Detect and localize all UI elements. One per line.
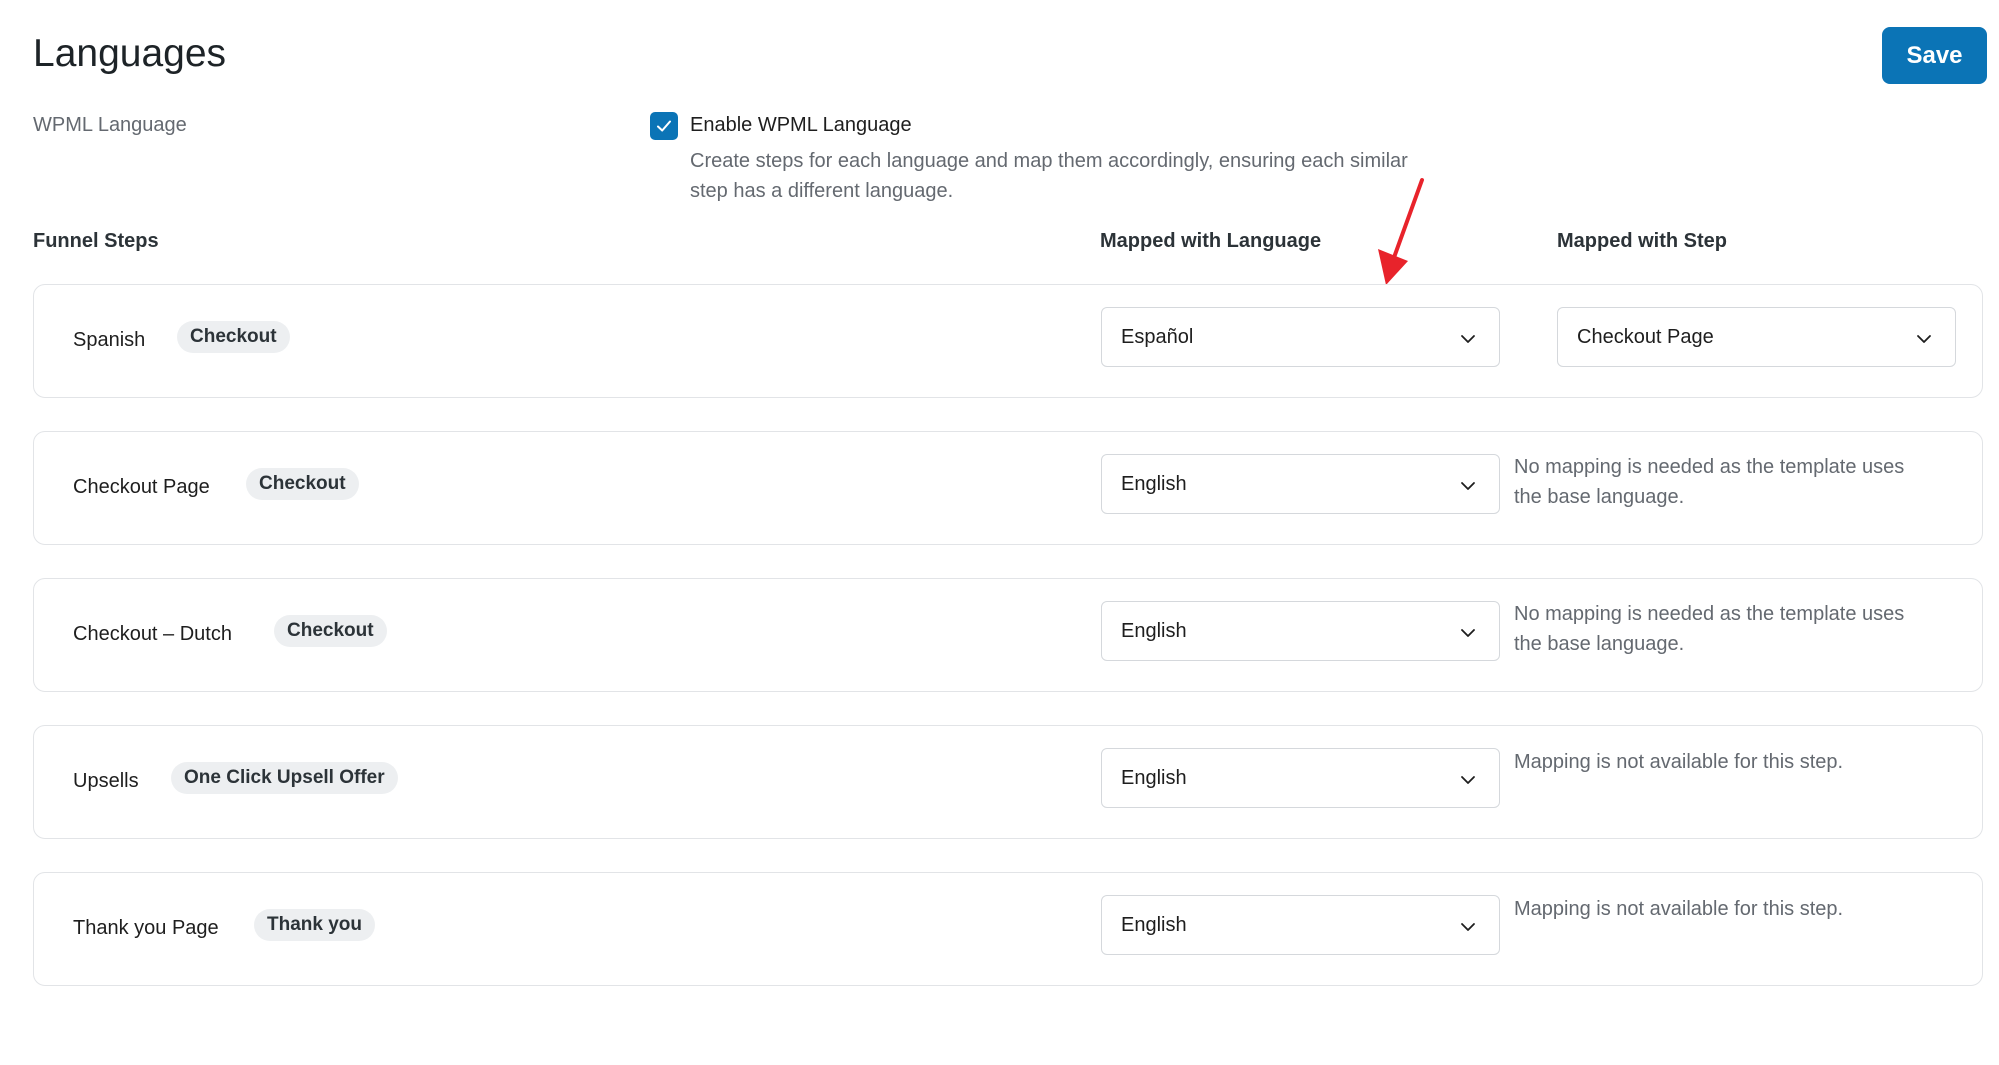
mapping-note: No mapping is needed as the template use… [1514,456,1905,508]
save-button[interactable]: Save [1882,27,1987,84]
table-row: Thank you Page Thank you English [33,872,1983,986]
step-name: Thank you Page [73,917,219,939]
step-type-badge: Checkout [246,468,359,500]
step-select[interactable]: Checkout Page [1557,307,1956,367]
language-select-value: English [1121,914,1187,936]
language-select[interactable]: English [1101,454,1500,514]
step-type-badge: One Click Upsell Offer [171,762,398,794]
language-select[interactable]: English [1101,748,1500,808]
enable-wpml-checkbox[interactable] [650,112,678,140]
chevron-down-icon [1461,482,1475,490]
language-select[interactable]: English [1101,895,1500,955]
enable-wpml-label[interactable]: Enable WPML Language [690,114,912,137]
page-title: Languages [33,32,227,75]
table-row: Spanish Checkout Español Checkout Page [33,284,1983,398]
red-arrow-icon [1378,178,1424,285]
step-name: Upsells [73,770,139,792]
checkmark-icon [657,120,671,132]
wpml-setting-label: WPML Language [33,114,187,136]
column-header-mapped-step: Mapped with Step [1557,230,1727,252]
table-row: Upsells One Click Upsell Offer English [33,725,1983,839]
step-type-badge: Checkout [177,321,290,353]
chevron-down-icon [1461,923,1475,931]
step-type-badge: Checkout [274,615,387,647]
mapping-note: No mapping is needed as the template use… [1514,603,1905,655]
chevron-down-icon [1461,335,1475,343]
language-select[interactable]: Español [1101,307,1500,367]
mapping-note: Mapping is not available for this step. [1514,898,1844,920]
language-select-value: Español [1121,326,1194,348]
chevron-down-icon [1461,776,1475,784]
step-name: Checkout Page [73,476,210,498]
language-select-value: English [1121,620,1187,642]
step-select-value: Checkout Page [1577,326,1714,348]
step-name: Checkout – Dutch [73,623,232,645]
chevron-down-icon [1917,335,1931,343]
language-select[interactable]: English [1101,601,1500,661]
mapping-note: Mapping is not available for this step. [1514,751,1844,773]
column-header-funnel-steps: Funnel Steps [33,230,159,252]
language-select-value: English [1121,767,1187,789]
step-name: Spanish [73,329,146,351]
language-select-value: English [1121,473,1187,495]
enable-wpml-description: Create steps for each language and map t… [690,150,1408,202]
column-header-mapped-language: Mapped with Language [1100,230,1322,252]
step-type-badge: Thank you [254,909,376,941]
chevron-down-icon [1461,629,1475,637]
